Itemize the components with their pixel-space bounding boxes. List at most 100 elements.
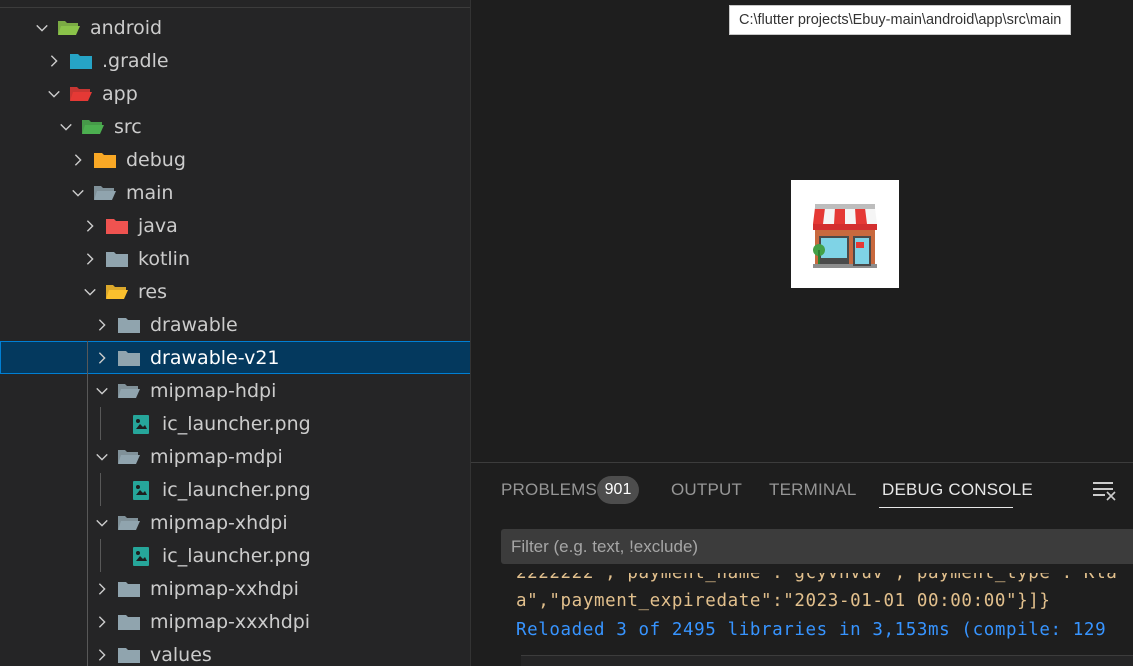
tree-item[interactable]: mipmap-mdpi <box>0 440 470 473</box>
chevron-right-icon[interactable] <box>80 216 100 236</box>
chevron-right-icon[interactable] <box>92 579 112 599</box>
folder-open-icon <box>117 512 143 534</box>
tree-item-label: res <box>138 280 167 303</box>
chevron-right-icon[interactable] <box>68 150 88 170</box>
chevron-down-icon[interactable] <box>92 513 112 533</box>
indent-guide <box>100 407 101 440</box>
debug-folder-icon <box>93 149 119 171</box>
tree-item-label: mipmap-xhdpi <box>150 511 288 534</box>
folder-icon <box>117 578 143 600</box>
folder-open-icon <box>93 182 119 204</box>
filter-list-icon[interactable] <box>1091 478 1117 502</box>
app-folder-icon <box>69 83 95 105</box>
tree-item[interactable]: ic_launcher.png <box>0 407 470 440</box>
bottom-panel: PROBLEMS 901 OUTPUT TERMINAL DEBUG CONSO… <box>471 462 1133 666</box>
tree-item-label: ic_launcher.png <box>162 544 311 567</box>
chevron-down-icon[interactable] <box>92 447 112 467</box>
tree-item-label: main <box>126 181 174 204</box>
tree-item-label: debug <box>126 148 186 171</box>
tree-item-label: mipmap-mdpi <box>150 445 283 468</box>
chevron-down-icon[interactable] <box>92 381 112 401</box>
active-tab-indicator <box>879 507 1013 508</box>
tree-item[interactable]: app <box>0 77 470 110</box>
gradle-folder-icon <box>69 50 95 72</box>
tree-item[interactable]: debug <box>0 143 470 176</box>
problems-count-badge: 901 <box>597 476 639 504</box>
tree-item[interactable]: java <box>0 209 470 242</box>
tree-item[interactable]: mipmap-xhdpi <box>0 506 470 539</box>
chevron-right-icon[interactable] <box>80 249 100 269</box>
chevron-down-icon[interactable] <box>56 117 76 137</box>
tree-item[interactable]: res <box>0 275 470 308</box>
indent-guide <box>87 341 88 666</box>
tree-item[interactable]: android <box>0 11 470 44</box>
tree-item-label: kotlin <box>138 247 190 270</box>
folder-icon <box>117 644 143 666</box>
indent-guide <box>100 539 101 572</box>
tree-item-selected[interactable]: drawable-v21 <box>0 341 470 374</box>
chevron-right-icon[interactable] <box>44 51 64 71</box>
tree-item[interactable]: main <box>0 176 470 209</box>
tab-terminal[interactable]: TERMINAL <box>769 480 857 500</box>
explorer-top-edge <box>0 0 470 8</box>
tree-item[interactable]: ic_launcher.png <box>0 539 470 572</box>
tree-item-label: drawable-v21 <box>150 346 280 369</box>
folder-icon <box>117 347 143 369</box>
console-bottom-edge <box>521 655 1133 666</box>
tree-item-label: mipmap-hdpi <box>150 379 277 402</box>
tab-problems[interactable]: PROBLEMS <box>501 480 597 500</box>
image-file-icon <box>129 545 155 567</box>
indent-guide <box>100 473 101 506</box>
folder-open-icon <box>117 380 143 402</box>
chevron-down-icon[interactable] <box>44 84 64 104</box>
tree-item[interactable]: mipmap-xxxhdpi <box>0 605 470 638</box>
tree-item[interactable]: src <box>0 110 470 143</box>
image-file-icon <box>129 413 155 435</box>
path-tooltip: C:\flutter projects\Ebuy-main\android\ap… <box>729 5 1072 35</box>
tree-item-label: values <box>150 643 212 666</box>
chevron-down-icon[interactable] <box>32 18 52 38</box>
tree-item-label: ic_launcher.png <box>162 478 311 501</box>
res-folder-icon <box>105 281 131 303</box>
tree-item[interactable]: ic_launcher.png <box>0 473 470 506</box>
folder-open-icon <box>117 446 143 468</box>
chevron-right-icon[interactable] <box>92 645 112 665</box>
tree-item-label: java <box>138 214 178 237</box>
tree-item[interactable]: mipmap-hdpi <box>0 374 470 407</box>
android-folder-icon <box>57 17 83 39</box>
tree-item-label: ic_launcher.png <box>162 412 311 435</box>
chevron-right-icon[interactable] <box>92 348 112 368</box>
image-preview <box>791 180 899 288</box>
tab-debug-console[interactable]: DEBUG CONSOLE <box>882 480 1033 500</box>
explorer-sidebar: android .gradle app src debug main java kotlin r… <box>0 0 471 666</box>
console-line: a","payment_expiredate":"2023-01-01 00:0… <box>516 591 1051 611</box>
tree-item-label: drawable <box>150 313 238 336</box>
chevron-right-icon[interactable] <box>92 612 112 632</box>
image-file-icon <box>129 479 155 501</box>
debug-console-output: 2222222","payment_name":"gcyvhvuv","paym… <box>471 573 1133 666</box>
tree-item[interactable]: drawable <box>0 308 470 341</box>
tree-item-label: mipmap-xxhdpi <box>150 577 299 600</box>
tree-item[interactable]: values <box>0 638 470 666</box>
tree-item-label: .gradle <box>102 49 169 72</box>
tree-item-label: src <box>114 115 142 138</box>
chevron-down-icon[interactable] <box>80 282 100 302</box>
tree-item[interactable]: kotlin <box>0 242 470 275</box>
tree-item[interactable]: mipmap-xxhdpi <box>0 572 470 605</box>
folder-icon <box>105 248 131 270</box>
chevron-down-icon[interactable] <box>68 183 88 203</box>
chevron-right-icon[interactable] <box>92 315 112 335</box>
java-folder-icon <box>105 215 131 237</box>
console-filter-input[interactable]: Filter (e.g. text, !exclude) <box>501 529 1133 564</box>
tree-item-label: app <box>102 82 138 105</box>
editor-area: C:\flutter projects\Ebuy-main\android\ap… <box>471 0 1133 462</box>
store-icon <box>813 204 877 268</box>
folder-icon <box>117 611 143 633</box>
folder-icon <box>117 314 143 336</box>
tree-item[interactable]: .gradle <box>0 44 470 77</box>
console-line: Reloaded 3 of 2495 libraries in 3,153ms … <box>516 620 1107 640</box>
tab-output[interactable]: OUTPUT <box>671 480 742 500</box>
